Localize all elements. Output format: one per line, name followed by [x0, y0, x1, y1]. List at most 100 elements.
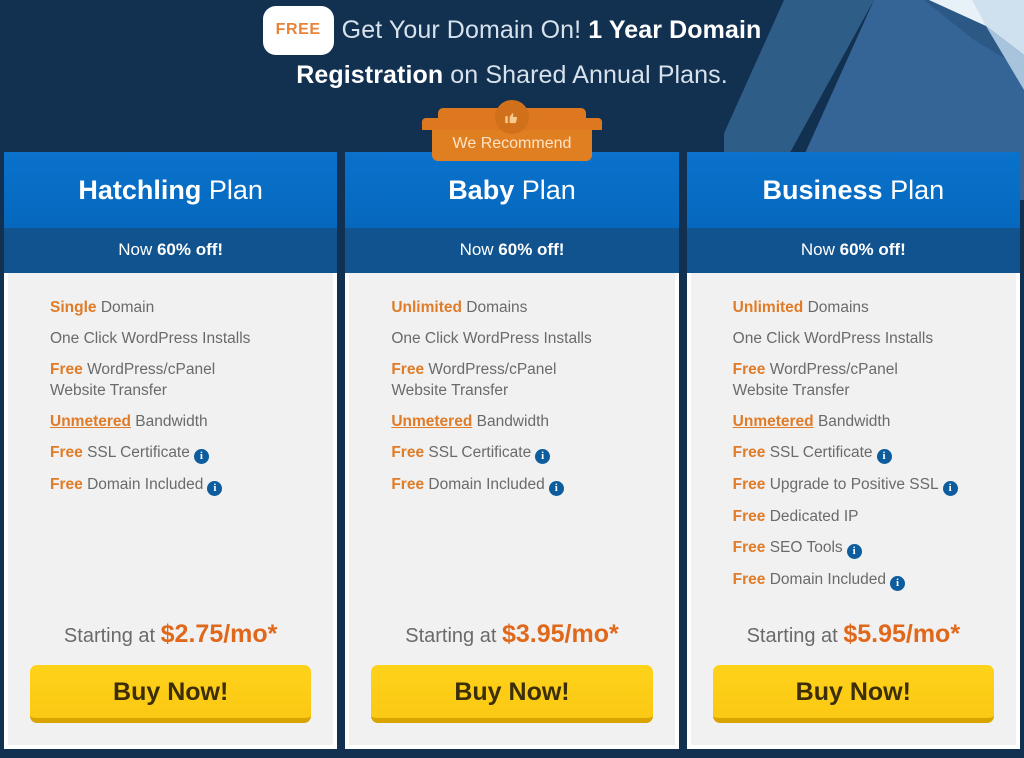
promo-line-1: FREE Get Your Domain On! 1 Year Domain — [0, 6, 1024, 55]
feature-text: Domains — [807, 298, 869, 316]
feature-item: Free Domain Included i — [733, 569, 1016, 591]
price-prefix: Starting at — [405, 625, 497, 647]
plan-word: Plan — [521, 175, 576, 205]
feature-item: Free SSL Certificate i — [391, 442, 674, 464]
feature-text: Upgrade to Positive SSL — [769, 475, 939, 493]
feature-item: Free WordPress/cPanel Website Transfer — [733, 359, 1016, 401]
discount-bar: Now 60% off! — [686, 227, 1020, 273]
price-row: Starting at $5.95/mo* — [691, 620, 1016, 665]
card-header-baby: Baby Plan — [345, 152, 679, 228]
feature-text: SSL Certificate — [87, 443, 190, 461]
feature-item: Free SSL Certificate i — [50, 442, 333, 464]
feature-item: Unmetered Bandwidth — [50, 411, 333, 432]
price-row: Starting at $3.95/mo* — [349, 620, 674, 665]
buy-now-button-hatchling[interactable]: Buy Now! — [30, 665, 312, 723]
feature-highlight: Unlimited — [391, 298, 462, 316]
feature-highlight: Free — [391, 443, 425, 461]
feature-item: One Click WordPress Installs — [733, 328, 1016, 349]
feature-text: Domain Included — [87, 475, 204, 493]
info-icon[interactable]: i — [193, 448, 209, 464]
plan-name: Hatchling — [78, 175, 202, 205]
price-amount: $2.75/mo* — [160, 620, 278, 648]
card-header-hatchling: Hatchling Plan — [4, 152, 338, 228]
feature-text: Domain — [100, 298, 155, 316]
feature-highlight: Unlimited — [732, 298, 804, 316]
feature-item: Free Domain Included i — [391, 474, 674, 496]
feature-highlight: Free — [732, 360, 766, 378]
pricing-card-hatchling: Hatchling Plan Now 60% off! Single Domain O… — [4, 152, 338, 749]
info-icon[interactable]: i — [535, 448, 551, 464]
price-amount: $5.95/mo* — [843, 620, 961, 648]
feature-text: SSL Certificate — [428, 443, 532, 461]
plan-name: Baby — [448, 175, 515, 205]
promo-line-1-light: Get Your Domain On! — [341, 16, 582, 44]
promo-line-2: Registration on Shared Annual Plans. — [0, 55, 1024, 95]
feature-item: Unmetered Bandwidth — [391, 411, 674, 432]
feature-highlight: Free — [391, 360, 425, 378]
feature-text: One Click WordPress Installs — [732, 329, 934, 347]
feature-item: Free Dedicated IP — [733, 506, 1016, 527]
price-prefix: Starting at — [746, 625, 838, 647]
feature-text: One Click WordPress Installs — [50, 329, 251, 347]
plan-name: Business — [762, 175, 883, 205]
feature-highlight: Free — [732, 570, 766, 588]
feature-text: Domain Included — [428, 475, 545, 493]
feature-highlight: Free — [732, 507, 766, 525]
feature-highlight: Free — [50, 443, 83, 461]
feature-item: Free SEO Tools i — [733, 537, 1016, 559]
buy-button-wrap: Buy Now! — [8, 665, 333, 745]
price-amount: $3.95/mo* — [501, 620, 619, 648]
feature-highlight: Free — [391, 475, 425, 493]
promo-line-2-strong: Registration — [296, 61, 444, 89]
feature-item: Free Domain Included i — [50, 474, 333, 496]
promo-line-1-strong: 1 Year Domain — [588, 16, 762, 44]
feature-text: SEO Tools — [769, 538, 843, 556]
feature-item: One Click WordPress Installs — [391, 328, 674, 349]
pricing-card-grid: Hatchling Plan Now 60% off! Single Domain O… — [4, 100, 1020, 749]
feature-highlight: Unmetered — [732, 412, 814, 430]
feature-highlight: Free — [50, 475, 83, 493]
plan-word: Plan — [890, 175, 945, 205]
feature-item: Unmetered Bandwidth — [733, 411, 1016, 432]
buy-button-wrap: Buy Now! — [349, 665, 674, 745]
info-icon[interactable]: i — [890, 575, 906, 591]
discount-value: 60% off! — [156, 239, 224, 259]
info-icon[interactable]: i — [548, 480, 564, 496]
buy-now-button-business[interactable]: Buy Now! — [712, 665, 994, 723]
feature-item: Unlimited Domains — [733, 297, 1016, 318]
feature-highlight: Unmetered — [391, 412, 473, 430]
feature-text: One Click WordPress Installs — [391, 329, 592, 347]
feature-item: Unlimited Domains — [391, 297, 674, 318]
info-icon[interactable]: i — [846, 543, 862, 559]
plan-word: Plan — [208, 175, 263, 205]
promo-line-2-light: on Shared Annual Plans. — [450, 61, 728, 89]
info-icon[interactable]: i — [942, 480, 958, 496]
promo-banner: FREE Get Your Domain On! 1 Year Domain Re… — [0, 0, 1024, 152]
discount-bar: Now 60% off! — [4, 227, 338, 273]
pricing-card-baby: We Recommend Baby Plan Now 60% off! Unlimit… — [345, 100, 679, 749]
feature-item: Free Upgrade to Positive SSL i — [733, 474, 1016, 496]
feature-list: Single Domain One Click WordPress Install… — [8, 273, 333, 620]
feature-highlight: Free — [732, 443, 766, 461]
price-prefix: Starting at — [63, 625, 156, 647]
info-icon[interactable]: i — [207, 480, 223, 496]
feature-text: Domains — [466, 298, 528, 316]
feature-highlight: Free — [732, 538, 766, 556]
feature-highlight: Unmetered — [50, 412, 131, 430]
feature-highlight: Single — [50, 298, 97, 316]
discount-bar: Now 60% off! — [345, 227, 679, 273]
feature-item: Free WordPress/cPanel Website Transfer — [50, 359, 333, 401]
feature-list: Unlimited Domains One Click WordPress Ins… — [691, 273, 1016, 620]
feature-text: Bandwidth — [476, 412, 549, 430]
discount-value: 60% off! — [839, 239, 906, 259]
info-icon[interactable]: i — [876, 448, 892, 464]
feature-item: Free WordPress/cPanel Website Transfer — [391, 359, 674, 401]
feature-item: Free SSL Certificate i — [733, 442, 1016, 464]
price-row: Starting at $2.75/mo* — [8, 620, 333, 665]
feature-list: Unlimited Domains One Click WordPress Ins… — [349, 273, 674, 620]
feature-text: Dedicated IP — [769, 507, 859, 525]
feature-highlight: Free — [732, 475, 766, 493]
feature-text: SSL Certificate — [769, 443, 873, 461]
discount-value: 60% off! — [498, 239, 565, 259]
buy-now-button-baby[interactable]: Buy Now! — [371, 665, 653, 723]
